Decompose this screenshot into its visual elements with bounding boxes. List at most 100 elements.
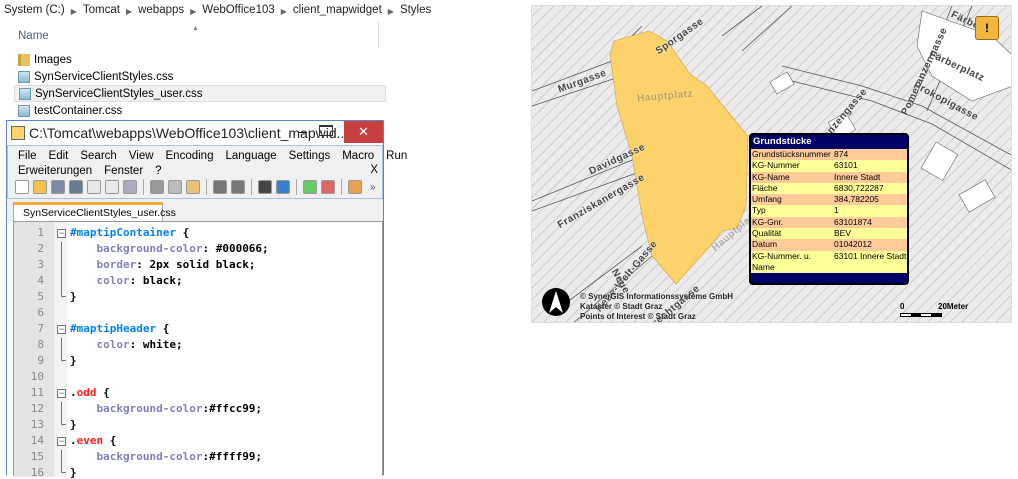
line-number: 11	[30, 386, 44, 399]
fold-toggle-icon[interactable]: −	[57, 229, 66, 238]
notepad-app-icon	[11, 126, 25, 140]
menu-edit[interactable]: Edit	[49, 150, 69, 162]
tab-bar: SynServiceClientStyles_user.css	[7, 199, 383, 221]
code-line: background-color:#ffcc99;	[70, 402, 262, 415]
menu-fenster[interactable]: Fenster	[104, 165, 143, 177]
close-button[interactable]: ✕	[344, 121, 383, 143]
menu-language[interactable]: Language	[225, 150, 276, 162]
code-token: : 2px solid black;	[136, 258, 256, 271]
menu-erweiterungen[interactable]: Erweiterungen	[18, 165, 92, 177]
breadcrumb-item[interactable]: Styles	[400, 4, 431, 20]
close-icon[interactable]	[87, 180, 101, 194]
copyright-notice: © SynerGIS Informationssysteme GmbH Katas…	[580, 292, 733, 322]
code-token: color	[70, 274, 130, 287]
zoom-in-icon[interactable]	[303, 180, 317, 194]
code-line: color: black;	[70, 274, 182, 287]
css-file-icon	[19, 87, 31, 100]
maximize-button[interactable]	[319, 125, 333, 136]
code-token: .	[70, 434, 77, 447]
undo-icon[interactable]	[213, 180, 227, 194]
breadcrumb-item[interactable]: client_mapwidget	[293, 4, 382, 20]
file-row[interactable]: Images	[14, 51, 386, 68]
paste-icon[interactable]	[186, 180, 200, 194]
close-all-icon[interactable]	[105, 180, 119, 194]
file-row[interactable]: SynServiceClientStyles_user.css	[14, 85, 386, 102]
fold-line	[61, 338, 62, 354]
title-bar[interactable]: C:\Tomcat\webapps\WebOffice103\client_ma…	[7, 121, 383, 145]
menu-[interactable]: ?	[155, 165, 161, 177]
breadcrumb-separator-icon: ▶	[125, 7, 133, 16]
maptip-row: KG-Nummer. u. Name 63101 Innere Stadt	[751, 250, 907, 274]
fold-line	[61, 450, 62, 466]
menu-search[interactable]: Search	[80, 150, 116, 162]
redo-icon[interactable]	[231, 180, 245, 194]
sync-icon[interactable]	[348, 180, 362, 194]
file-name: testContainer.css	[34, 104, 123, 117]
fold-line	[61, 242, 62, 258]
menu-run[interactable]: Run	[386, 150, 407, 162]
menu-settings[interactable]: Settings	[289, 150, 331, 162]
file-row[interactable]: testContainer.css	[14, 102, 386, 119]
maptip-key: Datum	[752, 239, 778, 250]
fold-toggle-icon[interactable]: −	[57, 437, 66, 446]
line-number: 6	[37, 306, 44, 319]
menu-file[interactable]: File	[18, 150, 37, 162]
code-token: : white;	[129, 338, 183, 351]
code-token: #maptipContainer	[70, 226, 176, 239]
code-line: .odd {	[70, 386, 110, 399]
file-name: Images	[34, 53, 72, 66]
css-file-icon	[18, 70, 30, 83]
fold-end-marker	[61, 354, 66, 361]
code-token: odd	[76, 386, 97, 399]
menu-close-document[interactable]: X	[370, 164, 378, 176]
menu-macro[interactable]: Macro	[342, 150, 374, 162]
save-icon[interactable]	[51, 180, 65, 194]
cut-icon[interactable]	[150, 180, 164, 194]
maptip-value: Innere Stadt	[834, 171, 881, 182]
tab-label: SynServiceClientStyles_user.css	[23, 207, 176, 219]
fold-toggle-icon[interactable]: −	[57, 325, 66, 334]
maptip-toggle-button[interactable]: !	[975, 16, 999, 40]
new-file-icon[interactable]	[15, 180, 29, 194]
breadcrumb[interactable]: System (C:) ▶ Tomcat ▶ webapps ▶ WebOffice103 ▶…	[4, 4, 431, 20]
maptip-popup: Grundstücke Grundstücksnummer 874 KG-Numme…	[749, 133, 909, 285]
maptip-value: 63101874	[834, 216, 872, 227]
code-line: color: white;	[70, 338, 183, 351]
scale-bar-labels: 0 20Meter	[900, 302, 980, 311]
code-token: }	[70, 354, 77, 367]
toolbar-separator	[296, 179, 297, 195]
maptip-row: KG-Gnr. 63101874	[751, 216, 907, 229]
code-line: background-color:#ffff99;	[70, 450, 262, 463]
tab-synserviceclientstyles-user[interactable]: SynServiceClientStyles_user.css	[13, 202, 176, 221]
code-token: #maptipHeader	[70, 322, 157, 335]
breadcrumb-item[interactable]: System (C:)	[4, 4, 65, 20]
replace-icon[interactable]	[276, 180, 290, 194]
fold-end-marker	[61, 418, 66, 425]
toolbar-more-button[interactable]: »	[370, 182, 376, 193]
column-header-name[interactable]: Name	[18, 30, 49, 42]
code-editor[interactable]: 1− #maptipContainer {2 background-color: …	[13, 221, 383, 479]
breadcrumb-item[interactable]: WebOffice103	[202, 4, 274, 20]
line-number: 16	[30, 466, 44, 479]
folder-icon	[18, 53, 30, 66]
maptip-key: KG-Name	[752, 171, 790, 182]
find-icon[interactable]	[258, 180, 272, 194]
zoom-out-icon[interactable]	[321, 180, 335, 194]
code-token: border	[70, 258, 137, 271]
save-all-icon[interactable]	[69, 180, 83, 194]
breadcrumb-item[interactable]: webapps	[138, 4, 184, 20]
line-number: 2	[37, 242, 44, 255]
code-token: background-color	[70, 450, 203, 463]
print-icon[interactable]	[123, 180, 137, 194]
line-number: 7	[37, 322, 44, 335]
code-token: {	[103, 434, 117, 447]
open-icon[interactable]	[33, 180, 47, 194]
minimize-button[interactable]: –	[293, 123, 313, 139]
breadcrumb-item[interactable]: Tomcat	[83, 4, 120, 20]
file-row[interactable]: SynServiceClientStyles.css	[14, 68, 386, 85]
menu-view[interactable]: View	[129, 150, 154, 162]
fold-toggle-icon[interactable]: −	[57, 389, 66, 398]
menu-encoding[interactable]: Encoding	[166, 150, 214, 162]
code-line: }	[70, 354, 77, 367]
copy-icon[interactable]	[168, 180, 182, 194]
